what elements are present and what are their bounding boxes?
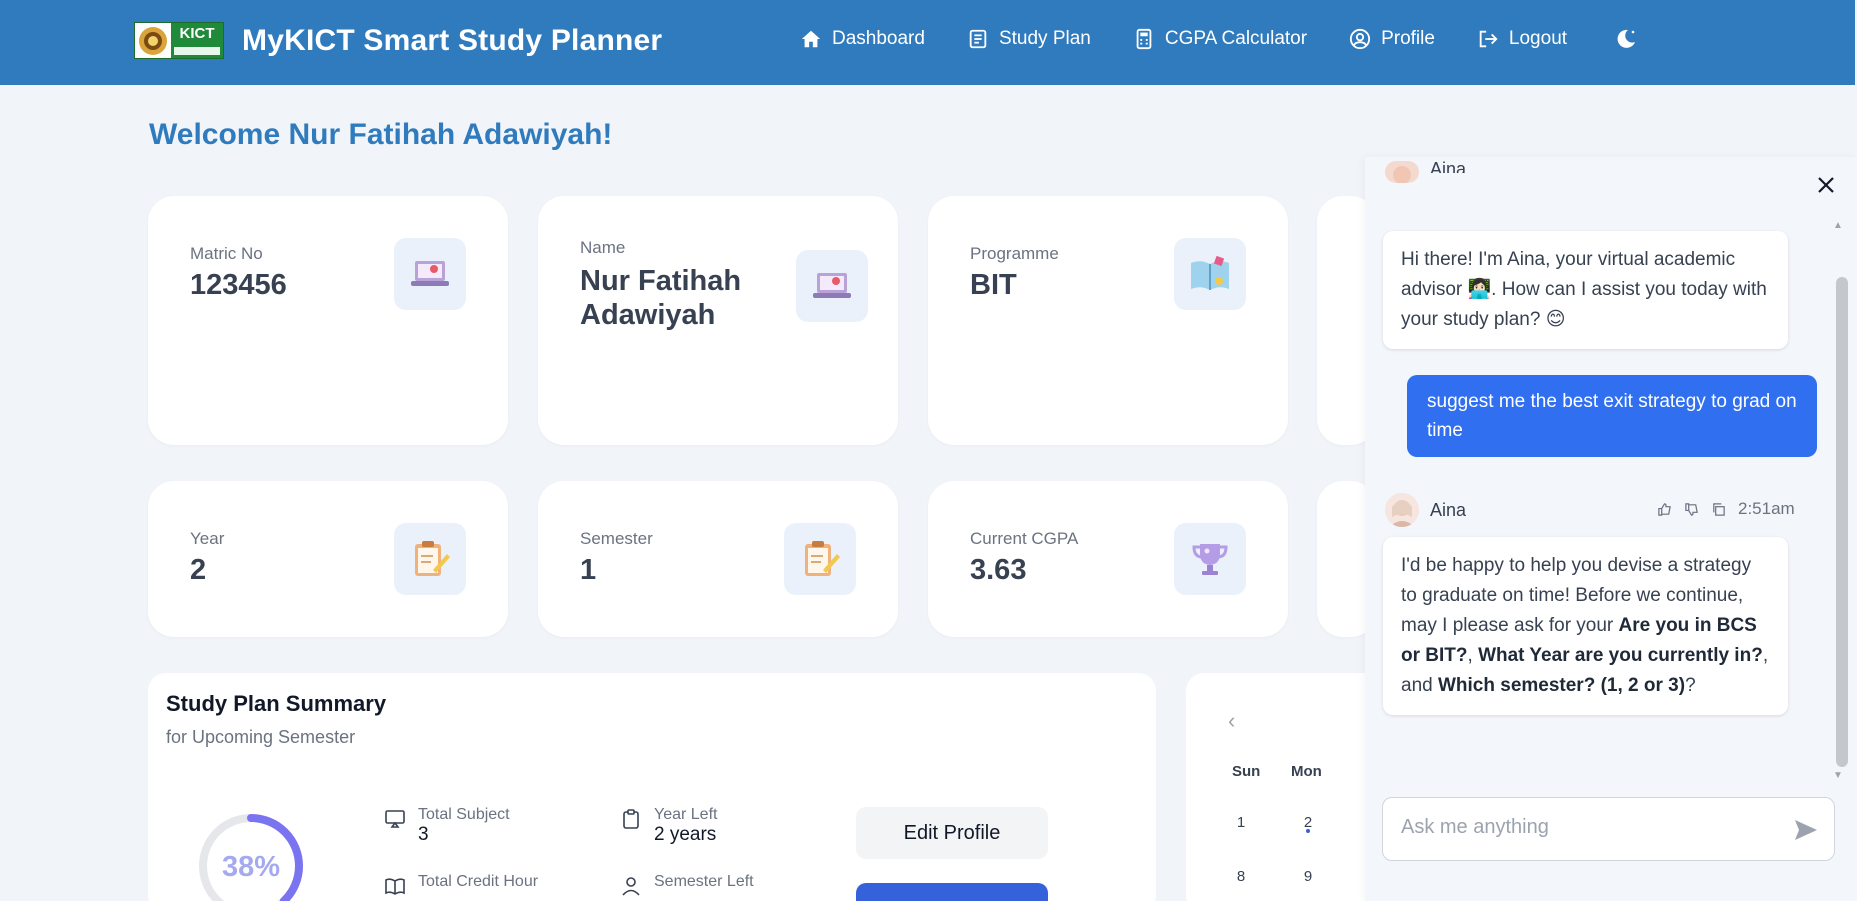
semester-value: 1 bbox=[580, 554, 597, 586]
clipboard-pencil-icon bbox=[784, 523, 856, 595]
name-card: Name Nur Fatihah Adawiyah bbox=[538, 196, 898, 445]
nav-logout-label: Logout bbox=[1508, 28, 1568, 49]
book-icon bbox=[385, 878, 405, 895]
summary-title: Study Plan Summary bbox=[166, 691, 387, 716]
moon-icon bbox=[1617, 29, 1636, 48]
message-tools: 2:51am bbox=[1657, 499, 1795, 519]
matric-value: 123456 bbox=[190, 269, 287, 301]
total-subject-label: Total Subject bbox=[418, 806, 510, 823]
notebook-icon bbox=[969, 29, 987, 49]
calendar-day[interactable]: 9 bbox=[1293, 868, 1323, 885]
primary-action-button[interactable] bbox=[856, 883, 1048, 901]
calendar-prev-chevron-icon[interactable]: ‹ bbox=[1228, 708, 1235, 734]
semester-card: Semester 1 bbox=[538, 481, 898, 637]
year-left-label: Year Left bbox=[654, 806, 718, 823]
send-icon[interactable] bbox=[1793, 818, 1819, 842]
total-subject-value: 3 bbox=[418, 824, 429, 845]
dark-mode-toggle[interactable] bbox=[1613, 26, 1639, 52]
assistant-message: Hi there! I'm Aina, your virtual academi… bbox=[1383, 231, 1788, 349]
laptop-icon bbox=[796, 250, 868, 322]
year-value: 2 bbox=[190, 554, 207, 586]
year-left-value: 2 years bbox=[654, 824, 717, 845]
nav-dashboard[interactable]: Dashboard bbox=[800, 28, 925, 50]
nav-study-plan[interactable]: Study Plan bbox=[967, 28, 1091, 50]
laptop-icon bbox=[394, 238, 466, 310]
calendar-event-dot bbox=[1306, 829, 1310, 833]
year-label: Year bbox=[190, 529, 225, 548]
name-value: Nur Fatihah Adawiyah bbox=[580, 265, 742, 331]
monitor-icon bbox=[385, 810, 405, 828]
matric-label: Matric No bbox=[190, 244, 263, 263]
summary-subtitle: for Upcoming Semester bbox=[166, 727, 356, 747]
home-icon bbox=[801, 30, 821, 48]
message-timestamp: 2:51am bbox=[1738, 499, 1795, 518]
person-icon bbox=[622, 877, 640, 896]
programme-label: Programme bbox=[970, 244, 1059, 263]
nav-profile-label: Profile bbox=[1381, 28, 1435, 49]
calendar-widget: ‹ Sun Mon 1 2 8 9 bbox=[1186, 673, 1386, 901]
calculator-icon bbox=[1136, 28, 1152, 50]
assistant-name: Aina bbox=[1430, 159, 1467, 173]
logo-text: KICT bbox=[171, 23, 223, 58]
total-subject-stat: Total Subject 3 bbox=[384, 806, 510, 846]
chat-input[interactable] bbox=[1401, 816, 1781, 839]
calendar-day[interactable]: 1 bbox=[1226, 814, 1256, 831]
semester-label: Semester bbox=[580, 529, 653, 548]
top-navbar: KICT MyKICT Smart Study Planner Dashboar… bbox=[0, 0, 1855, 85]
clipboard-pencil-icon bbox=[394, 523, 466, 595]
user-message: suggest me the best exit strategy to gra… bbox=[1407, 375, 1817, 457]
nav-study-plan-label: Study Plan bbox=[998, 28, 1091, 49]
assistant-avatar bbox=[1385, 493, 1419, 527]
assistant-avatar bbox=[1385, 161, 1419, 183]
name-label: Name bbox=[580, 238, 626, 257]
nav-cgpa-label: CGPA Calculator bbox=[1164, 28, 1308, 49]
cgpa-card: Current CGPA 3.63 bbox=[928, 481, 1288, 637]
chat-input-box bbox=[1382, 797, 1835, 861]
total-credit-label: Total Credit Hour bbox=[418, 873, 539, 890]
chat-scrollbar-thumb[interactable] bbox=[1836, 277, 1848, 767]
scroll-down-arrow-icon[interactable]: ▼ bbox=[1833, 770, 1843, 781]
thumbs-up-icon[interactable] bbox=[1657, 502, 1672, 517]
study-plan-summary: Study Plan Summary for Upcoming Semester… bbox=[148, 673, 1156, 901]
nav-logout[interactable]: Logout bbox=[1477, 28, 1567, 50]
calendar-dow-sun: Sun bbox=[1232, 763, 1261, 780]
brand[interactable]: KICT MyKICT Smart Study Planner bbox=[134, 22, 662, 59]
programme-value: BIT bbox=[970, 269, 1017, 301]
total-credit-stat: Total Credit Hour bbox=[384, 873, 538, 897]
main-nav: Dashboard Study Plan CGPA Calculator Pro… bbox=[800, 26, 1639, 52]
assistant-message: I'd be happy to help you devise a strate… bbox=[1383, 537, 1788, 715]
semester-left-label: Semester Left bbox=[654, 873, 754, 890]
semester-left-stat: Semester Left bbox=[620, 873, 754, 897]
kict-logo: KICT bbox=[134, 22, 224, 59]
nav-profile[interactable]: Profile bbox=[1349, 28, 1435, 50]
copy-icon[interactable] bbox=[1711, 502, 1726, 517]
chat-panel: ▲ ▼ Aina Hi there! I'm Aina, your virtua… bbox=[1365, 157, 1857, 901]
calendar-day[interactable]: 8 bbox=[1226, 868, 1256, 885]
matric-card: Matric No 123456 bbox=[148, 196, 508, 445]
clipboard-icon bbox=[623, 809, 639, 829]
logout-icon bbox=[1479, 30, 1498, 48]
cgpa-value: 3.63 bbox=[970, 554, 1027, 586]
nav-dashboard-label: Dashboard bbox=[832, 28, 925, 49]
thumbs-down-icon[interactable] bbox=[1684, 502, 1699, 517]
cgpa-label: Current CGPA bbox=[970, 529, 1079, 548]
assistant-name: Aina bbox=[1430, 500, 1467, 520]
progress-percent: 38% bbox=[221, 851, 281, 883]
year-card: Year 2 bbox=[148, 481, 508, 637]
close-icon[interactable] bbox=[1814, 173, 1838, 197]
year-left-stat: Year Left 2 years bbox=[620, 806, 717, 846]
welcome-heading: Welcome Nur Fatihah Adawiyah! bbox=[149, 118, 613, 151]
open-book-icon bbox=[1174, 238, 1246, 310]
calendar-dow-mon: Mon bbox=[1291, 763, 1322, 780]
scroll-up-arrow-icon[interactable]: ▲ bbox=[1833, 220, 1843, 231]
app-title: MyKICT Smart Study Planner bbox=[242, 23, 663, 57]
trophy-icon bbox=[1174, 523, 1246, 595]
programme-card: Programme BIT bbox=[928, 196, 1288, 445]
nav-cgpa-calculator[interactable]: CGPA Calculator bbox=[1133, 28, 1307, 50]
user-circle-icon bbox=[1349, 28, 1371, 50]
university-seal-icon bbox=[135, 23, 171, 58]
edit-profile-button[interactable]: Edit Profile bbox=[856, 807, 1048, 859]
